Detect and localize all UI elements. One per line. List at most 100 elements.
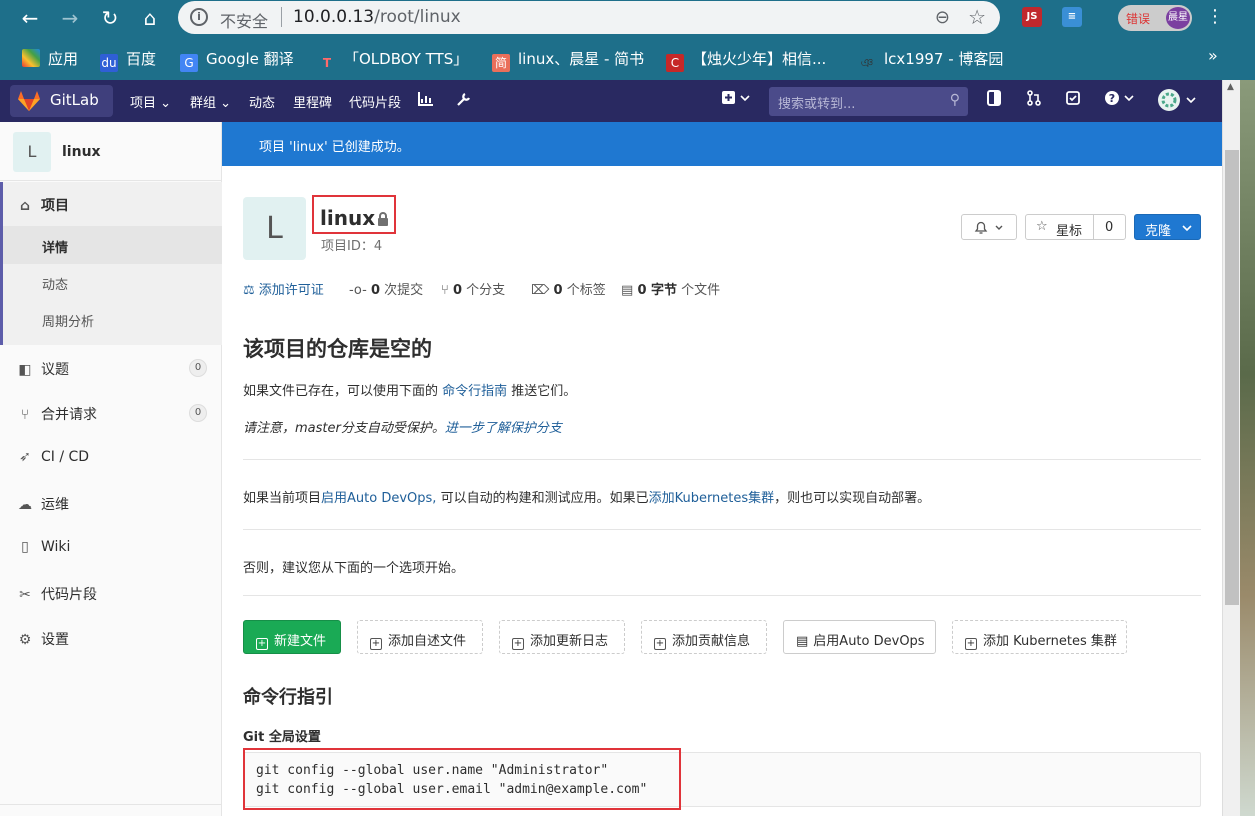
back-icon[interactable]: ←	[16, 4, 44, 32]
nav-activity[interactable]: 动态	[249, 92, 275, 111]
sidebar-item-project[interactable]: ⌂ 项目	[18, 195, 69, 215]
notification-dropdown[interactable]	[961, 214, 1017, 240]
enable-auto-devops-label: 启用Auto DevOps	[813, 634, 925, 649]
bookmark-baidu[interactable]: du 百度	[100, 48, 156, 72]
divider	[243, 459, 1201, 460]
bookmark-zhuhuo[interactable]: C 【烛火少年】相信...	[666, 48, 826, 72]
nav-groups[interactable]: 群组 ⌄	[190, 92, 231, 111]
bookmark-cnblogs[interactable]: ঞ lcx1997 - 博客园	[858, 48, 1004, 72]
profile-button[interactable]: 错误 晨星	[1118, 5, 1192, 31]
bookmark-label: 百度	[126, 50, 157, 68]
star-button[interactable]: ☆ 星标 0	[1025, 214, 1126, 240]
bookmark-label: 【烛火少年】相信...	[692, 50, 827, 68]
user-avatar-dropdown[interactable]	[1157, 88, 1197, 116]
chevron-down-icon	[1182, 225, 1192, 232]
home-icon[interactable]: ⌂	[136, 4, 164, 32]
url-host: 10.0.0.13	[293, 7, 375, 27]
new-file-label: 新建文件	[274, 634, 327, 649]
zoom-icon[interactable]: ⊖	[935, 7, 950, 28]
search-placeholder: 搜索或转到...	[778, 97, 856, 112]
gitlab-fox-icon	[18, 91, 40, 111]
plus-icon: +	[654, 638, 666, 650]
admin-wrench-icon[interactable]	[456, 92, 471, 111]
star-icon: ☆	[1036, 219, 1048, 234]
add-readme-label: 添加自述文件	[388, 634, 467, 649]
sidebar-item-snippets[interactable]: ✂ 代码片段	[18, 584, 97, 604]
nav-projects[interactable]: 项目 ⌄	[130, 92, 171, 111]
flash-notice-text: 项目 'linux' 已创建成功。	[259, 140, 410, 155]
commits-stat[interactable]: -o- 0 次提交	[349, 279, 423, 298]
new-file-button[interactable]: + 新建文件	[243, 620, 341, 654]
bookmark-apps[interactable]: 应用	[22, 48, 78, 69]
add-contributing-button[interactable]: + 添加贡献信息	[641, 620, 767, 654]
add-changelog-label: 添加更新日志	[530, 634, 609, 649]
info-icon[interactable]: i	[190, 8, 208, 26]
cnblogs-icon: ঞ	[860, 56, 874, 70]
branches-count: 0	[452, 283, 462, 298]
nav-snippets[interactable]: 代码片段	[349, 92, 401, 111]
cli-guide-link[interactable]: 命令行指南	[442, 384, 507, 399]
add-kubernetes-link[interactable]: 添加Kubernetes集群	[649, 491, 775, 506]
help-icon[interactable]: ?	[1104, 90, 1136, 110]
sidebar-item-ci-cd[interactable]: ➶ CI / CD	[18, 449, 89, 465]
bookmark-star-icon[interactable]: ☆	[968, 5, 986, 29]
bookmark-google-translate[interactable]: G Google 翻译	[180, 48, 294, 72]
merge-requests-count-badge: 0	[189, 404, 207, 422]
forward-icon[interactable]: →	[56, 4, 84, 32]
todo-check-icon[interactable]	[1066, 90, 1080, 110]
search-input[interactable]: 搜索或转到... ⚲	[769, 87, 968, 116]
tags-stat[interactable]: ⌦ 0 个标签	[531, 279, 606, 298]
merge-requests-icon[interactable]	[1027, 90, 1041, 110]
text: ，则也可以实现自动部署。	[774, 491, 931, 506]
sidebar-subitem-details[interactable]: 详情	[42, 237, 68, 256]
sidebar-item-label: 项目	[41, 198, 69, 214]
bookmark-oldboy[interactable]: T 「OLDBOY TTS」	[318, 48, 468, 72]
docs-extension-icon[interactable]: ≡	[1062, 7, 1082, 27]
url-text[interactable]: 10.0.0.13/root/linux	[293, 7, 461, 27]
sidebar-item-settings[interactable]: ⚙ 设置	[18, 629, 69, 649]
sidebar-item-operations[interactable]: ☁ 运维	[18, 494, 69, 514]
sidebar-item-label: 合并请求	[41, 407, 97, 423]
sidebar-subitem-cycle-analytics[interactable]: 周期分析	[42, 311, 94, 330]
reload-icon[interactable]: ↻	[96, 4, 124, 32]
js-extension-icon[interactable]: JS	[1022, 7, 1042, 27]
sidebar-item-wiki[interactable]: ▯ Wiki	[18, 539, 70, 555]
add-kubernetes-button[interactable]: + 添加 Kubernetes 集群	[952, 620, 1127, 654]
gitlab-logo[interactable]: GitLab	[10, 85, 113, 117]
sidebar-subitem-activity[interactable]: 动态	[42, 274, 68, 293]
page-scrollbar[interactable]: ▲	[1222, 80, 1240, 816]
commits-label: 次提交	[384, 283, 424, 298]
add-readme-button[interactable]: + 添加自述文件	[357, 620, 483, 654]
chart-icon[interactable]	[418, 92, 433, 110]
protected-branch-link[interactable]: 进一步了解保护分支	[445, 421, 562, 436]
new-plus-icon[interactable]	[722, 90, 752, 110]
clone-dropdown-button[interactable]: 克隆	[1134, 214, 1201, 240]
sidebar-project-header[interactable]: L linux	[0, 122, 222, 181]
sidebar-item-merge-requests[interactable]: ⑂ 合并请求	[18, 404, 97, 424]
enable-auto-devops-link[interactable]: 启用Auto DevOps,	[321, 491, 436, 506]
address-bar[interactable]: i 不安全 10.0.0.13/root/linux ⊖ ☆	[178, 1, 1000, 34]
bookmarks-more-icon[interactable]: »	[1208, 46, 1218, 65]
text: 请注意，master分支自动受保护。	[243, 421, 445, 436]
issues-count-badge: 0	[189, 359, 207, 377]
nav-milestones[interactable]: 里程碑	[293, 92, 332, 111]
bookmark-jianshu[interactable]: 简 linux、晨星 - 简书	[492, 48, 644, 72]
sidebar-item-label: 代码片段	[41, 587, 97, 603]
scale-icon: ⚖	[243, 283, 255, 298]
files-stat[interactable]: ▤ 0 字节 个文件	[621, 279, 720, 298]
add-changelog-button[interactable]: + 添加更新日志	[499, 620, 625, 654]
auto-devops-note: 如果当前项目启用Auto DevOps, 可以自动的构建和测试应用。如果已添加K…	[243, 487, 930, 506]
sidebar-divider	[0, 804, 222, 805]
add-license-link[interactable]: ⚖ 添加许可证	[243, 279, 324, 298]
enable-auto-devops-button[interactable]: ▤ 启用Auto DevOps	[783, 620, 936, 654]
gear-icon: ⚙	[18, 632, 32, 648]
sidebar-item-issues[interactable]: ◧ 议题	[18, 359, 69, 379]
branches-stat[interactable]: ⑂ 0 个分支	[441, 279, 505, 298]
browser-menu-icon[interactable]: ⋮	[1206, 6, 1224, 27]
scrollbar-thumb[interactable]	[1225, 150, 1239, 605]
profile-avatar: 晨星	[1166, 7, 1190, 29]
tag-icon: ⌦	[531, 283, 550, 298]
todos-sidebar-icon[interactable]	[987, 90, 1001, 110]
home-icon: ⌂	[19, 198, 31, 214]
scroll-up-arrow-icon[interactable]: ▲	[1227, 82, 1234, 92]
